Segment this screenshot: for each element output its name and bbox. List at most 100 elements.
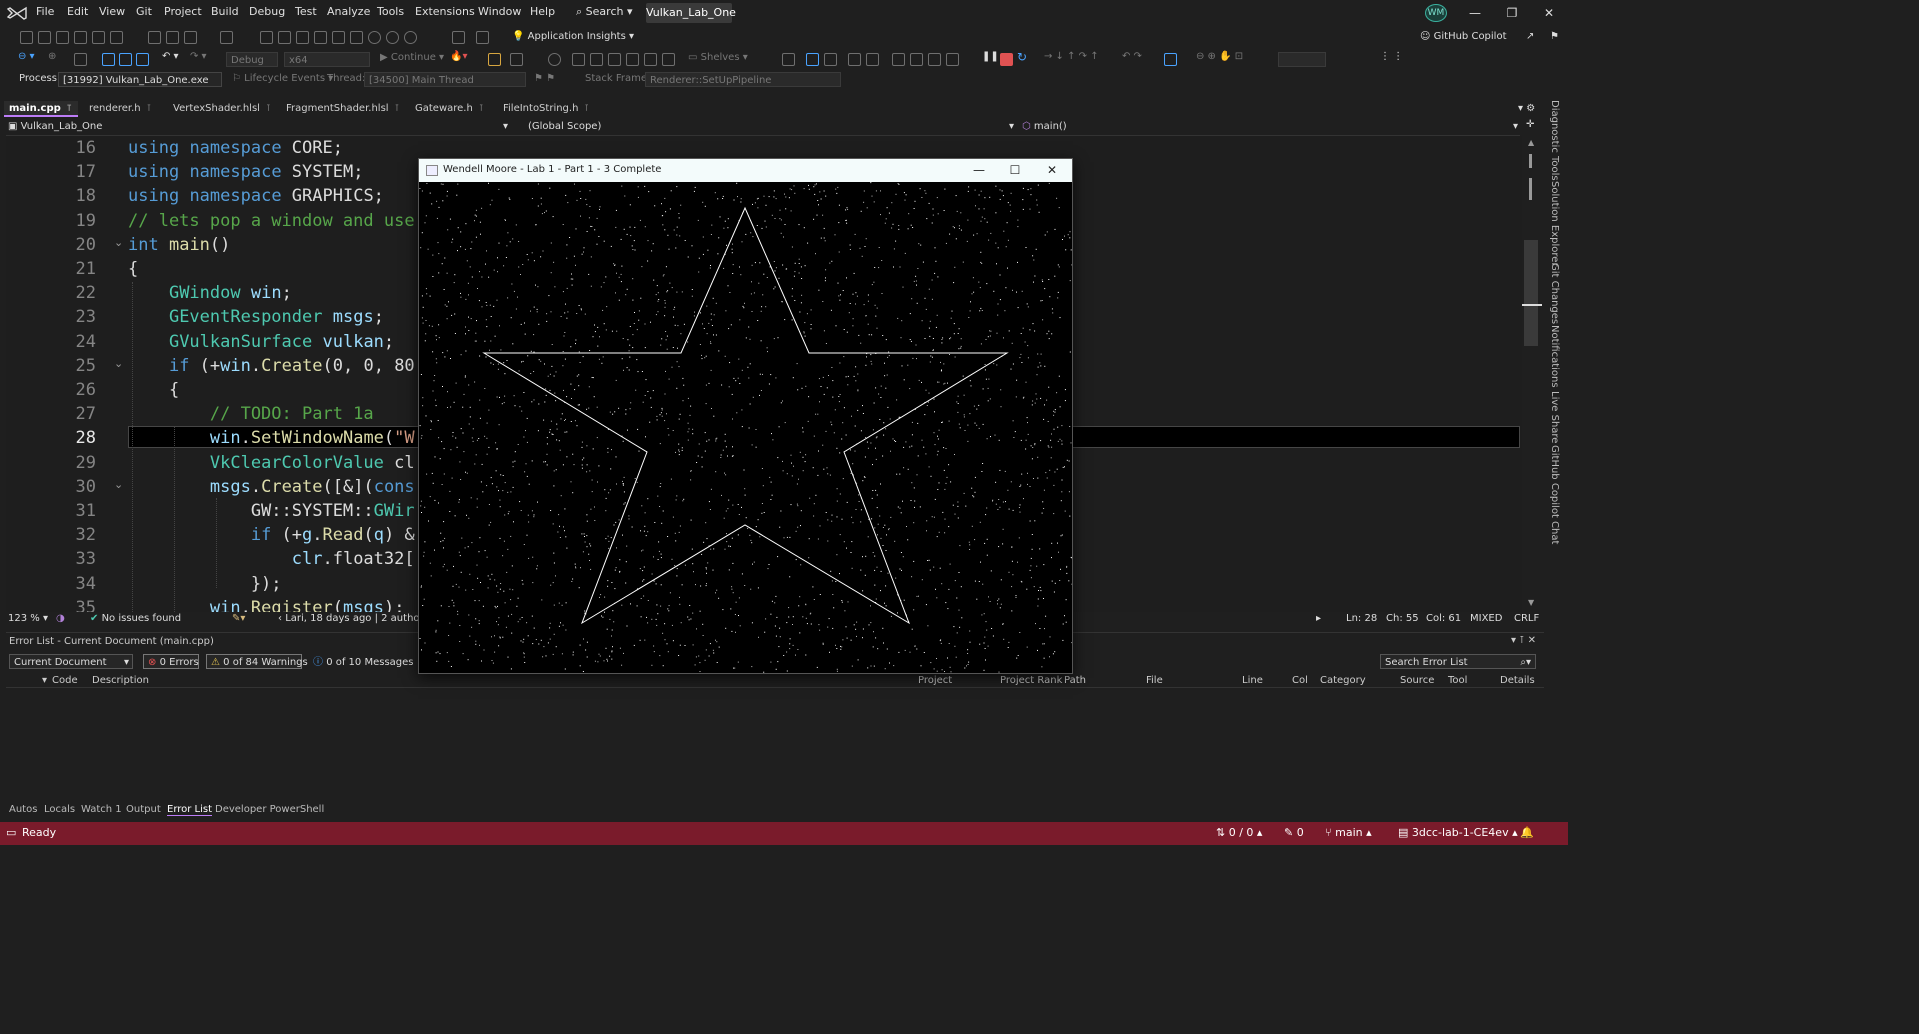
code-line[interactable]: }); <box>128 574 282 594</box>
pause-icon[interactable]: ❚❚ <box>982 51 999 62</box>
column-header[interactable]: Line <box>1242 675 1263 686</box>
scope-select[interactable]: (Global Scope) ▾ <box>528 119 1014 134</box>
messages-filter-button[interactable]: ⓘ 0 of 10 Messages <box>308 654 414 669</box>
rectangle-icon[interactable] <box>296 31 309 44</box>
bookmark-icon[interactable] <box>892 53 905 66</box>
scroll-up-icon[interactable]: ▲ <box>1528 138 1534 147</box>
menu-test[interactable]: Test <box>295 5 317 18</box>
app-maximize-icon[interactable]: ☐ <box>999 161 1031 180</box>
toolbar-icon[interactable] <box>1164 53 1177 66</box>
toolbar-icon[interactable] <box>184 31 197 44</box>
toolbar-icon[interactable] <box>38 31 51 44</box>
restart-icon[interactable]: ↻ <box>1017 50 1027 64</box>
side-tab-live-share[interactable]: Live Share <box>1549 391 1560 443</box>
continue-button[interactable]: ▶ Continue ▾ <box>380 52 444 63</box>
code-line[interactable]: GW::SYSTEM::GWir <box>128 501 415 521</box>
avatar[interactable]: WM <box>1425 4 1447 22</box>
save-all-icon[interactable] <box>136 53 149 66</box>
rectangle-icon[interactable] <box>314 31 327 44</box>
menu-tools[interactable]: Tools <box>377 5 404 18</box>
toolbar-icon[interactable] <box>824 53 837 66</box>
char-status[interactable]: Ch: 55 <box>1386 612 1419 626</box>
code-line[interactable]: VkClearColorValue cl <box>128 453 415 473</box>
platform-select[interactable]: x64 <box>284 52 370 67</box>
bookmark-icon[interactable] <box>910 53 923 66</box>
toolbar-icon[interactable] <box>590 53 603 66</box>
toolbar-icon[interactable] <box>488 53 501 66</box>
column-header[interactable]: Tool <box>1448 675 1467 686</box>
indent-mode[interactable]: MIXED <box>1470 612 1502 626</box>
bookmark-icon[interactable] <box>928 53 941 66</box>
menu-view[interactable]: View <box>99 5 125 18</box>
notifications-icon[interactable]: 🔔 <box>1520 826 1534 839</box>
bookmark-icon[interactable] <box>946 53 959 66</box>
zoom-level[interactable]: 123 % ▾ <box>8 612 48 626</box>
tab-fragmentshader-hlsl[interactable]: FragmentShader.hlsl ⊺ <box>281 101 405 117</box>
column-header[interactable]: Project Rank <box>1000 675 1062 686</box>
errors-filter-button[interactable]: ⊗ 0 Errors <box>143 654 199 669</box>
feedback-icon[interactable]: ⚑ <box>1550 31 1559 42</box>
share-icon[interactable]: ↗ <box>1526 31 1534 42</box>
fold-icon[interactable]: ⌄ <box>114 357 123 370</box>
toolbar-icon[interactable] <box>74 53 87 66</box>
code-line[interactable]: clr.float32[ <box>128 549 415 569</box>
editor-scrollbar[interactable]: ▲ ▼ <box>1522 136 1542 612</box>
ellipse-icon[interactable] <box>386 31 399 44</box>
undo-icon[interactable]: ↶ ↷ <box>1122 51 1142 62</box>
line-number-status[interactable]: Ln: 28 <box>1346 612 1377 626</box>
code-line[interactable]: using namespace GRAPHICS; <box>128 186 384 206</box>
output-icon[interactable]: ▭ <box>6 826 16 839</box>
minimize-icon[interactable]: — <box>1461 3 1489 23</box>
zoom-icons[interactable]: ⊖ ⊕ ✋ ⊡ <box>1196 51 1243 62</box>
back-icon[interactable]: ⊖ ▾ <box>18 51 35 62</box>
menu-project[interactable]: Project <box>164 5 202 18</box>
menu-edit[interactable]: Edit <box>67 5 88 18</box>
column-header[interactable]: Description <box>92 675 149 686</box>
panel-controls-icon[interactable]: ▾ ⊺ ✕ <box>1511 635 1536 646</box>
toolbar-icon[interactable] <box>56 31 69 44</box>
side-tab-git-changes[interactable]: Git Changes <box>1549 263 1560 324</box>
toolbar-icon[interactable] <box>220 31 233 44</box>
toolbar-icon[interactable] <box>148 31 161 44</box>
thread-select[interactable]: [34500] Main Thread <box>364 72 526 87</box>
member-select[interactable]: ⬡ main() ▾ <box>1022 119 1518 134</box>
menu-extensions[interactable]: Extensions <box>415 5 475 18</box>
tab-developer-powershell[interactable]: Developer PowerShell <box>215 804 324 815</box>
error-list-search-input[interactable]: Search Error List ⌕▾ <box>1380 654 1536 669</box>
ellipse-icon[interactable] <box>404 31 417 44</box>
close-icon[interactable]: ✕ <box>1535 3 1563 23</box>
repository-selector[interactable]: ▤ 3dcc-lab-1-CE4ev ▴ <box>1398 826 1518 839</box>
tab-error-list[interactable]: Error List <box>167 804 213 816</box>
fold-icon[interactable]: ⌄ <box>114 236 123 249</box>
column-header[interactable]: Details <box>1500 675 1535 686</box>
toolbar-icon[interactable] <box>110 31 123 44</box>
menu-analyze[interactable]: Analyze <box>327 5 370 18</box>
code-line[interactable]: if (+g.Read(q) & <box>128 525 415 545</box>
rectangle-icon[interactable] <box>332 31 345 44</box>
split-editor-icon[interactable]: ✛ <box>1526 119 1534 130</box>
app-title-bar[interactable]: Wendell Moore - Lab 1 - Part 1 - 3 Compl… <box>419 159 1072 182</box>
forward-icon[interactable]: ⊕ <box>48 51 56 62</box>
code-line[interactable]: int main() <box>128 235 230 255</box>
toolbar-icon[interactable] <box>74 31 87 44</box>
tab-gateware-h[interactable]: Gateware.h ⊺ <box>410 101 494 117</box>
process-select[interactable]: [31992] Vulkan_Lab_One.exe <box>58 72 222 87</box>
toolbar-icon[interactable] <box>848 53 861 66</box>
tab-autos[interactable]: Autos <box>9 804 37 815</box>
open-file-icon[interactable] <box>102 53 115 66</box>
menu-git[interactable]: Git <box>136 5 152 18</box>
search-button[interactable]: ⌕ Search ▾ <box>576 5 633 19</box>
tab-overflow-icon[interactable]: ▾ ⚙ <box>1518 103 1535 114</box>
app-minimize-icon[interactable]: — <box>963 161 995 180</box>
code-line[interactable]: GWindow win; <box>128 283 292 303</box>
side-tab-diagnostic-tools[interactable]: Diagnostic Tools <box>1549 100 1560 181</box>
code-line[interactable]: { <box>128 380 179 400</box>
toolbar-icon[interactable] <box>866 53 879 66</box>
code-line[interactable]: win.Register(msgs); <box>128 598 405 612</box>
toolbar-icon[interactable] <box>452 31 465 44</box>
stack-frame-select[interactable]: Renderer::SetUpPipeline <box>645 72 841 87</box>
menu-build[interactable]: Build <box>211 5 239 18</box>
toolbar-icon[interactable] <box>572 53 585 66</box>
github-copilot-button[interactable]: ☺ GitHub Copilot <box>1420 31 1507 42</box>
column-header[interactable]: Category <box>1320 675 1366 686</box>
